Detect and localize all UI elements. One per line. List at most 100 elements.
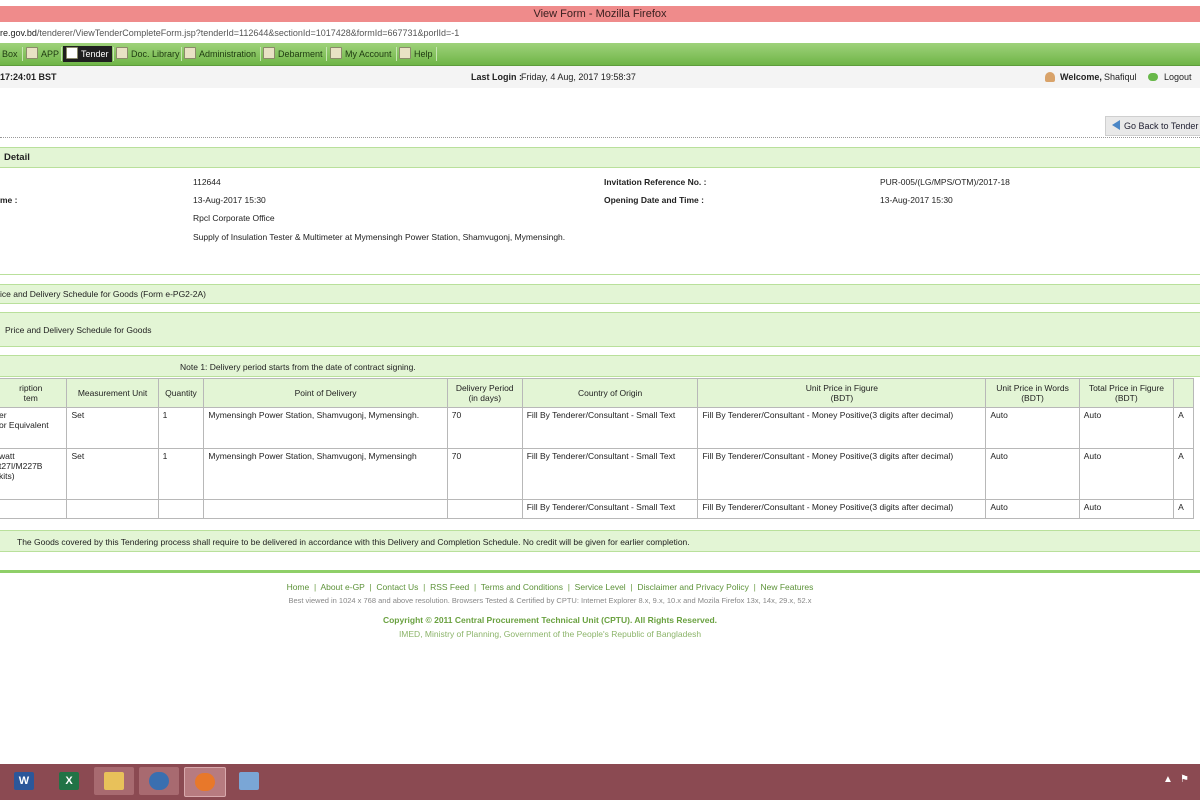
- logout-link[interactable]: Logout: [1164, 66, 1192, 88]
- cell-quantity: 1: [157, 448, 205, 500]
- nav-item-doc-library[interactable]: Doc. Library: [116, 46, 180, 62]
- cell-quantity: 1: [157, 407, 205, 449]
- nav-item-my-account[interactable]: My Account: [330, 46, 392, 62]
- form-subtitle-bar: Price and Delivery Schedule for Goods: [0, 312, 1200, 347]
- footer-link-about[interactable]: About e-GP: [320, 582, 364, 592]
- logout-icon: [1148, 73, 1158, 81]
- col-header-unit-price-words: Unit Price in Words (BDT): [985, 378, 1080, 408]
- col-header-description: ription tem: [0, 378, 68, 408]
- form-subtitle: Price and Delivery Schedule for Goods: [5, 325, 152, 335]
- window-title: View Form - Mozilla Firefox: [0, 6, 1200, 22]
- taskbar-notepad[interactable]: [229, 767, 269, 795]
- footer-link-terms[interactable]: Terms and Conditions: [481, 582, 563, 592]
- cell-delivery-period: 70: [446, 448, 523, 500]
- cell-unit-price-figure[interactable]: Fill By Tenderer/Consultant - Money Posi…: [697, 407, 987, 449]
- form-title-bar: ice and Delivery Schedule for Goods (For…: [0, 284, 1200, 304]
- cell-unit-price-words: Auto: [985, 499, 1080, 519]
- cell-extra: A: [1173, 448, 1194, 500]
- nav-item-app[interactable]: APP: [26, 46, 59, 62]
- inv-ref-label: Invitation Reference No. :: [604, 177, 707, 187]
- col-header-quantity: Quantity: [157, 378, 205, 408]
- server-time: 17:24:01 BST: [0, 72, 57, 82]
- nav-item-administration[interactable]: Administration: [184, 46, 256, 62]
- thunderbird-icon: [149, 772, 169, 790]
- opening-date-value: 13-Aug-2017 15:30: [880, 195, 953, 205]
- cell-description: watt t27I/M227B kits): [0, 448, 68, 500]
- cell-total-price: Auto: [1078, 499, 1175, 519]
- app-icon: [26, 47, 38, 59]
- tray-chevron-icon[interactable]: ▲: [1163, 774, 1173, 785]
- table-row: watt t27I/M227B kits) Set 1 Mymensingh P…: [0, 448, 1194, 500]
- cell-unit: Set: [66, 407, 159, 449]
- procuring-office: Rpcl Corporate Office: [193, 213, 275, 223]
- nav-item-help[interactable]: Help: [399, 46, 433, 62]
- last-login-label: Last Login :: [471, 72, 522, 82]
- note-bar: Note 1: Delivery period starts from the …: [0, 355, 1200, 377]
- nav-item-tender[interactable]: Tender: [63, 46, 112, 62]
- cell-quantity: [157, 499, 205, 519]
- cell-country-of-origin[interactable]: Fill By Tenderer/Consultant - Small Text: [521, 448, 699, 500]
- tray-flag-icon[interactable]: ⚑: [1180, 774, 1189, 785]
- cell-description: er or Equivalent: [0, 407, 68, 449]
- col-header-delivery-period: Delivery Period (in days): [446, 378, 523, 408]
- document-icon: [116, 47, 128, 59]
- nav-item-box[interactable]: Box: [2, 46, 18, 62]
- tender-icon: [66, 47, 78, 59]
- cell-unit-price-words: Auto: [985, 407, 1080, 449]
- user-name: Shafiqul: [1104, 72, 1137, 82]
- cell-country-of-origin[interactable]: Fill By Tenderer/Consultant - Small Text: [521, 407, 699, 449]
- table-header-row: ription tem Measurement Unit Quantity Po…: [0, 378, 1194, 408]
- cell-unit-price-figure[interactable]: Fill By Tenderer/Consultant - Money Posi…: [697, 499, 987, 519]
- col-header-total-price: Total Price in Figure (BDT): [1078, 378, 1175, 408]
- closing-date-value: 13-Aug-2017 15:30: [193, 195, 266, 205]
- footer-link-service-level[interactable]: Service Level: [575, 582, 626, 592]
- admin-icon: [184, 47, 196, 59]
- taskbar-word[interactable]: W: [4, 767, 44, 795]
- schedule-footer-bar: The Goods covered by this Tendering proc…: [0, 530, 1200, 552]
- detail-divider: [0, 274, 1200, 275]
- cell-extra: A: [1173, 499, 1194, 519]
- cell-unit: Set: [66, 448, 159, 500]
- form-title: ice and Delivery Schedule for Goods (For…: [0, 289, 206, 299]
- col-header-country-of-origin: Country of Origin: [521, 378, 699, 408]
- cell-country-of-origin[interactable]: Fill By Tenderer/Consultant - Small Text: [521, 499, 699, 519]
- address-bar[interactable]: re.gov.bd/tenderer/ViewTenderCompleteFor…: [0, 26, 1200, 40]
- cell-point-of-delivery: Mymensingh Power Station, Shamvugonj, My…: [203, 407, 448, 449]
- col-header-measurement-unit: Measurement Unit: [66, 378, 159, 408]
- browser-note: Best viewed in 1024 x 768 and above reso…: [288, 596, 812, 605]
- main-nav: Box APP Tender Doc. Library Administrati…: [0, 43, 1200, 66]
- footer-link-home[interactable]: Home: [287, 582, 310, 592]
- footer-link-rss[interactable]: RSS Feed: [430, 582, 469, 592]
- imed-credit: IMED, Ministry of Planning, Government o…: [398, 629, 702, 639]
- schedule-footer-note: The Goods covered by this Tendering proc…: [17, 537, 690, 547]
- taskbar-firefox[interactable]: [184, 767, 226, 797]
- taskbar-explorer[interactable]: [94, 767, 134, 795]
- back-arrow-icon: [1112, 120, 1120, 130]
- copyright: Copyright © 2011 Central Procurement Tec…: [382, 615, 718, 625]
- col-header-unit-price-figure: Unit Price in Figure (BDT): [697, 378, 987, 408]
- taskbar: W X ▲ ⚑: [0, 764, 1200, 800]
- footer-link-contact[interactable]: Contact Us: [376, 582, 418, 592]
- cell-description: [0, 499, 68, 519]
- table-row: Fill By Tenderer/Consultant - Small Text…: [0, 499, 1194, 519]
- footer-link-new-features[interactable]: New Features: [761, 582, 814, 592]
- detail-heading: Detail: [4, 152, 30, 163]
- last-login-value: Friday, 4 Aug, 2017 19:58:37: [521, 72, 636, 82]
- cell-unit-price-figure[interactable]: Fill By Tenderer/Consultant - Money Posi…: [697, 448, 987, 500]
- taskbar-thunderbird[interactable]: [139, 767, 179, 795]
- footer-link-disclaimer[interactable]: Disclaimer and Privacy Policy: [637, 582, 748, 592]
- nav-item-debarment[interactable]: Debarment: [263, 46, 323, 62]
- address-path: /tenderer/ViewTenderCompleteForm.jsp?ten…: [36, 28, 460, 38]
- detail-header: Detail: [0, 147, 1200, 168]
- closing-date-label: me :: [0, 195, 18, 205]
- folder-icon: [104, 772, 124, 790]
- go-back-button[interactable]: Go Back to Tender: [1105, 116, 1200, 136]
- user-icon: [1045, 72, 1055, 82]
- firefox-icon: [195, 773, 215, 791]
- opening-date-label: Opening Date and Time :: [604, 195, 704, 205]
- taskbar-excel[interactable]: X: [49, 767, 89, 795]
- inv-ref-value: PUR-005/(LG/MPS/OTM)/2017-18: [880, 177, 1010, 187]
- cell-total-price: Auto: [1078, 448, 1175, 500]
- table-row: er or Equivalent Set 1 Mymensingh Power …: [0, 407, 1194, 449]
- cell-delivery-period: 70: [446, 407, 523, 449]
